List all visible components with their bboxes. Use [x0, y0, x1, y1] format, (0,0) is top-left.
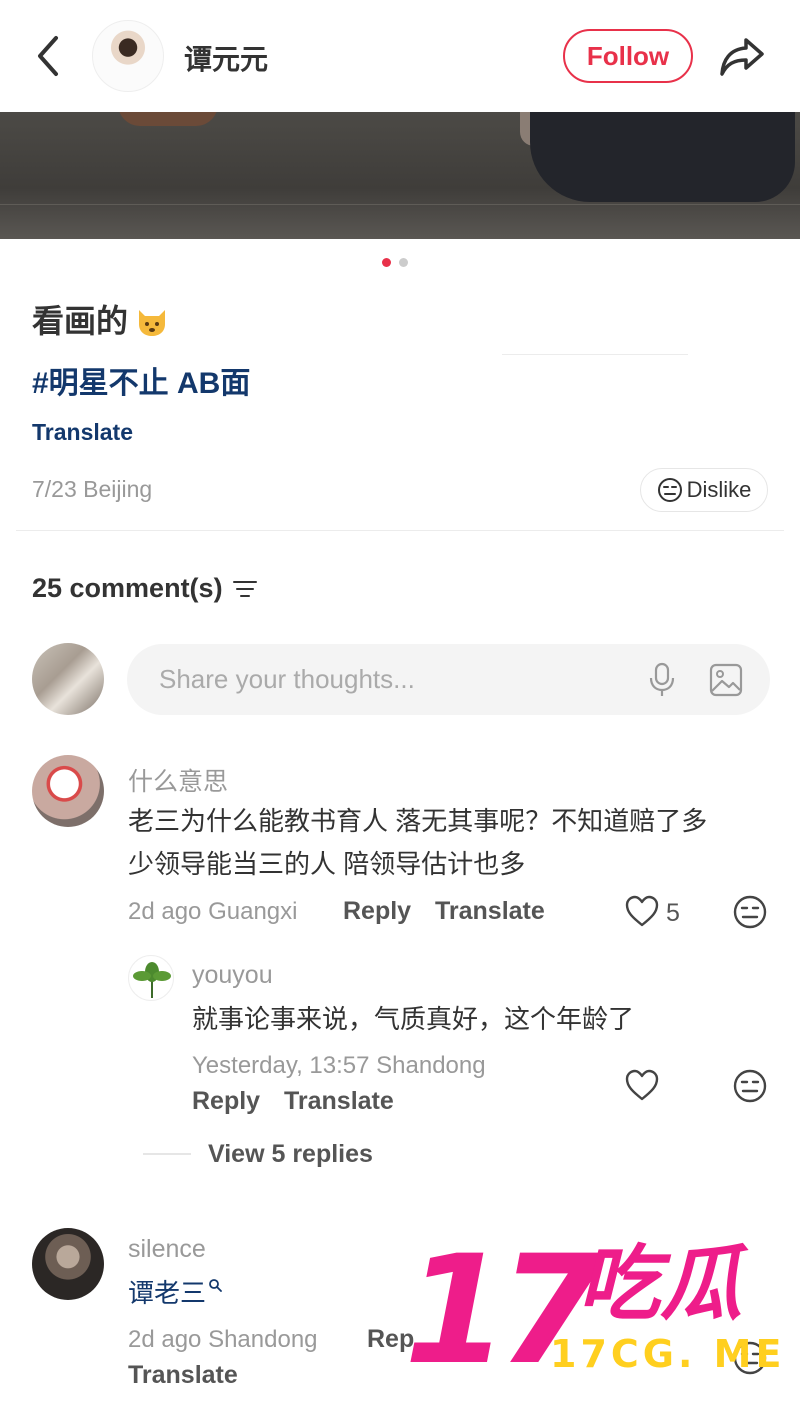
post-date-location: 7/23 Beijing: [32, 476, 153, 502]
comment-input[interactable]: [159, 644, 619, 715]
reply-text: 就事论事来说，气质真好，这个年龄了: [192, 1004, 635, 1034]
sort-filter-icon[interactable]: [232, 579, 257, 599]
image-detail: [530, 112, 795, 202]
author-avatar[interactable]: [92, 20, 164, 92]
image-icon[interactable]: [709, 663, 743, 697]
dislike-button[interactable]: Dislike: [640, 468, 768, 512]
carousel-dot-active: [382, 258, 391, 267]
image-detail: [0, 204, 800, 205]
comment-text: 谭老三: [128, 1272, 222, 1314]
current-user-avatar: [32, 643, 104, 715]
microphone-icon[interactable]: [647, 662, 677, 698]
carousel-dot: [399, 258, 408, 267]
reply-button[interactable]: Reply: [343, 897, 411, 926]
carousel-indicator: [382, 258, 408, 267]
follow-button[interactable]: Follow: [563, 29, 693, 83]
back-button[interactable]: [28, 30, 68, 82]
post-image[interactable]: [0, 112, 800, 239]
replier-avatar[interactable]: [128, 955, 174, 1001]
comment-count-label: 25 comment(s): [32, 573, 223, 603]
share-arrow-icon: [720, 38, 764, 76]
neutral-face-icon[interactable]: [733, 1069, 767, 1103]
translate-button[interactable]: Translate: [284, 1087, 394, 1116]
top-bar: 谭元元 Follow: [0, 0, 800, 112]
divider: [502, 354, 688, 355]
comment-date-location: 2d ago Shandong: [128, 1326, 318, 1353]
reply-button[interactable]: Reply: [192, 1087, 260, 1116]
image-detail: [118, 112, 218, 126]
comment-composer[interactable]: [127, 644, 770, 715]
commenter-name[interactable]: silence: [128, 1235, 206, 1264]
plant-icon: [133, 962, 171, 998]
view-replies-button[interactable]: View 5 replies: [208, 1140, 373, 1169]
divider: [143, 1153, 191, 1155]
neutral-face-icon: [657, 478, 682, 502]
reply-date-location: Yesterday, 13:57 Shandong: [192, 1052, 486, 1079]
neutral-face-icon[interactable]: [733, 895, 767, 929]
dislike-label: Dislike: [686, 477, 752, 502]
watermark-logo: 17 吃瓜 17CG. ME: [400, 1236, 790, 1406]
heart-icon[interactable]: [624, 1068, 660, 1102]
chevron-left-icon: [38, 36, 58, 76]
heart-icon[interactable]: [624, 894, 660, 928]
comment-text: 少领导能当三的人 陪领导估计也多: [128, 849, 526, 879]
share-button[interactable]: [716, 30, 768, 82]
like-count: 5: [666, 899, 680, 927]
comment-text: 老三为什么能教书育人 落无其事呢？不知道赔了多: [128, 806, 708, 836]
cat-face-emoji-icon: [139, 310, 166, 336]
post-title: 看画的: [32, 296, 170, 342]
watermark-chinese: 吃瓜: [578, 1237, 742, 1332]
translate-button[interactable]: Translate: [128, 1361, 238, 1390]
replier-name[interactable]: youyou: [192, 961, 273, 990]
translate-button[interactable]: Translate: [435, 897, 545, 926]
post-hashtag-link[interactable]: #明星不止 AB面: [32, 358, 250, 402]
commenter-name[interactable]: 什么意思: [128, 762, 228, 798]
commenter-avatar[interactable]: [32, 755, 104, 827]
translate-post-link[interactable]: Translate: [32, 419, 133, 446]
section-divider: [16, 530, 784, 531]
post-title-text: 看画的: [32, 303, 129, 339]
commenter-avatar[interactable]: [32, 1228, 104, 1300]
comment-date-location: 2d ago Guangxi: [128, 898, 298, 925]
search-keyword-link[interactable]: 谭老三: [128, 1278, 206, 1308]
search-icon: [209, 1279, 222, 1292]
watermark-url: 17CG. ME: [550, 1332, 786, 1376]
author-name[interactable]: 谭元元: [184, 38, 268, 78]
comment-count: 25 comment(s): [32, 573, 257, 604]
